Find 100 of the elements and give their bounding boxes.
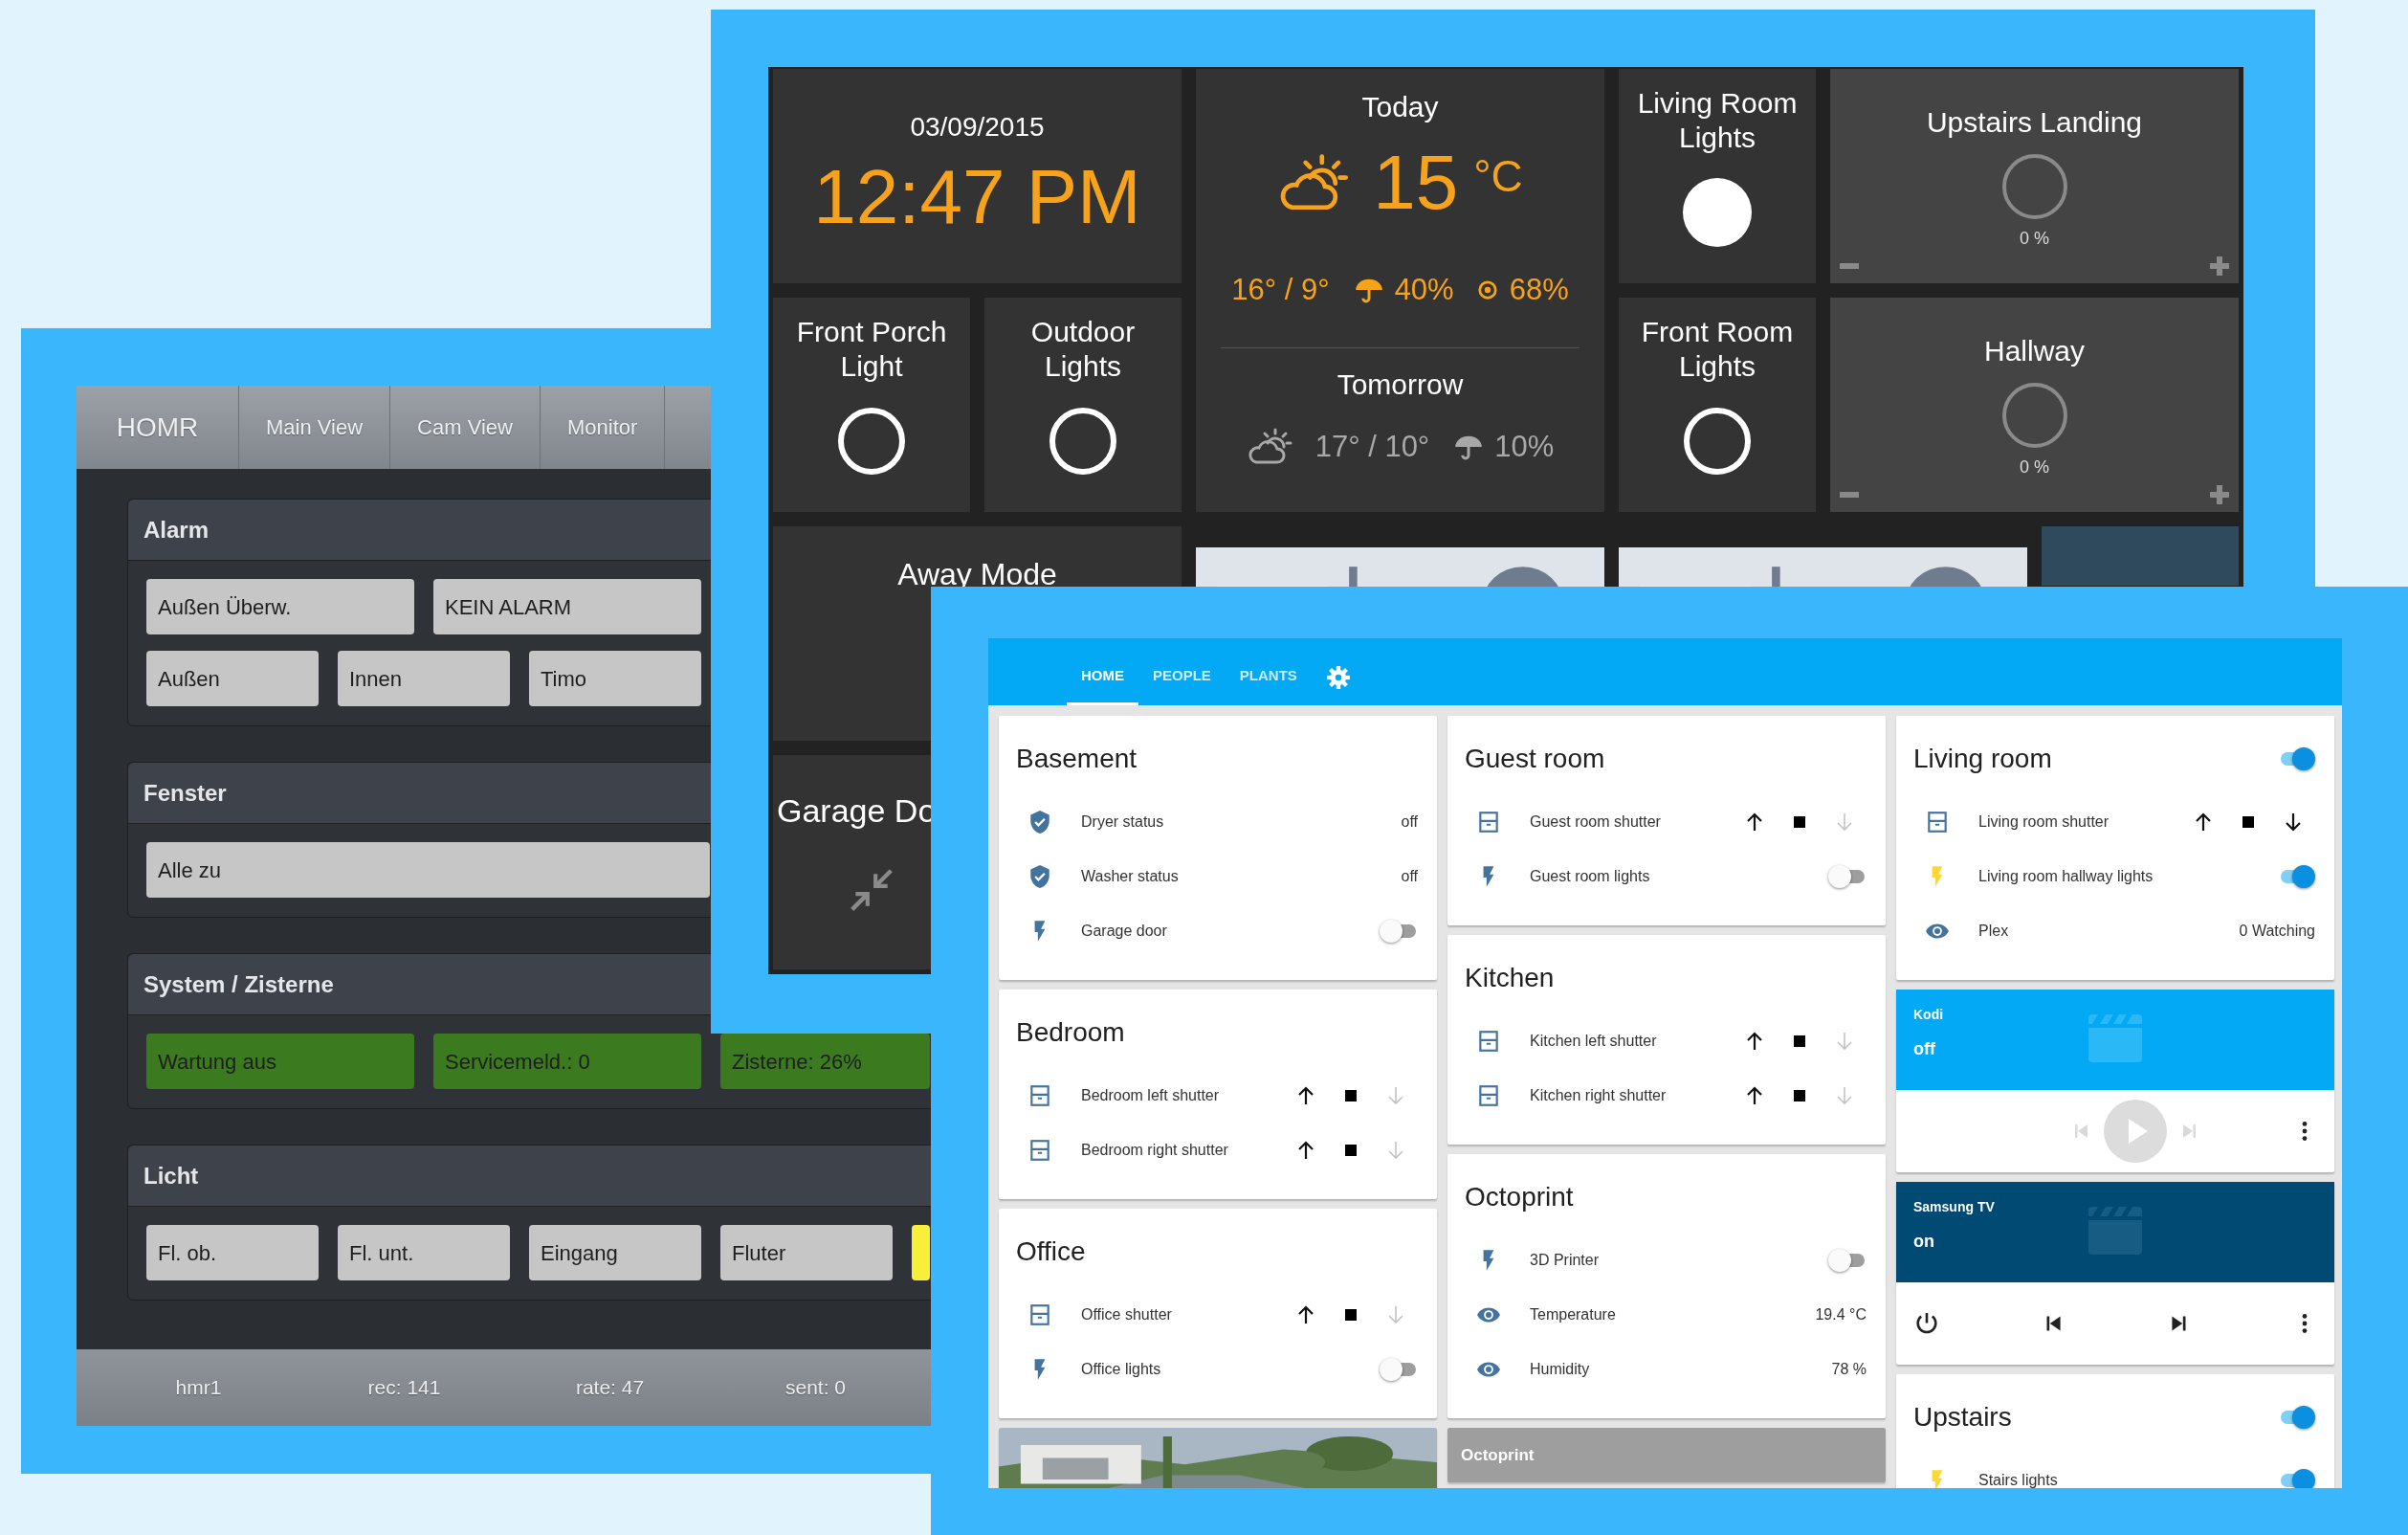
media-state: off <box>1913 1038 1936 1060</box>
window-icon <box>1476 1082 1501 1108</box>
unit-text: °C <box>1473 150 1523 203</box>
weather-label: Tomorrow <box>1336 367 1465 402</box>
window-icon <box>1027 1301 1052 1327</box>
tile-title: Upstairs Landing <box>1925 105 2144 140</box>
entity-name: Guest room lights <box>1530 866 1650 886</box>
range-text: 17° / 10° <box>1314 428 1430 465</box>
switch-button[interactable]: Fl. ob. <box>146 1225 319 1280</box>
toggle-switch[interactable] <box>1380 1357 1418 1381</box>
settings-icon[interactable] <box>1325 665 1351 690</box>
panel-title: Licht <box>144 1161 199 1190</box>
tile-title: Front Room Lights <box>1640 315 1795 384</box>
bulb-circle-icon[interactable] <box>1049 407 1117 476</box>
percent-text: 0 % <box>2020 228 2049 250</box>
entity-name: Living room shutter <box>1978 812 2110 832</box>
media-name: Samsung TV <box>1913 1198 1996 1216</box>
tile-title: Away Mode <box>896 557 1058 591</box>
toggle-switch[interactable] <box>1828 1248 1867 1272</box>
ring-icon <box>2000 382 2068 449</box>
bulb-circle-icon[interactable] <box>837 407 906 476</box>
window-icon <box>1476 809 1501 834</box>
tile-title: Front Porch Light <box>795 315 948 384</box>
entity-value: off <box>1401 866 1418 886</box>
entity-name: Living room hallway lights <box>1978 866 2154 886</box>
window-icon <box>1476 1028 1501 1054</box>
card-title: Office <box>1016 1235 1086 1268</box>
ring-icon <box>2000 153 2068 220</box>
media-name: Kodi <box>1913 1006 1945 1024</box>
panel-title: Fenster <box>144 778 227 808</box>
window-icon <box>1027 1082 1052 1108</box>
entity-name: Kitchen left shutter <box>1530 1031 1657 1051</box>
status-text: sent: 0 <box>784 1375 847 1401</box>
switch-button[interactable]: Timo <box>529 651 701 706</box>
window-icon <box>1925 809 1950 834</box>
plus-icon[interactable] <box>2210 485 2229 504</box>
entity-name: 3D Printer <box>1530 1250 1600 1270</box>
plus-icon[interactable] <box>2210 256 2229 276</box>
date-text: 03/09/2015 <box>910 111 1045 144</box>
entity-name: Bedroom right shutter <box>1081 1140 1228 1160</box>
entity-value: 0 Watching <box>2239 921 2315 941</box>
status-text: rec: 141 <box>366 1375 442 1401</box>
card-title: Kitchen <box>1465 962 1555 994</box>
switch-button[interactable]: Außen Überw. <box>146 579 414 634</box>
iframe-title: Octoprint <box>1461 1444 1535 1466</box>
card-title: Bedroom <box>1016 1016 1125 1049</box>
range-text: 16° / 9° <box>1231 272 1330 308</box>
humidity-text: 68% <box>1509 272 1569 308</box>
card-title: Living room <box>1913 743 2052 775</box>
switch-button[interactable]: Fl. unt. <box>338 1225 510 1280</box>
entity-name: Plex <box>1978 921 2009 941</box>
card-title: Octoprint <box>1465 1181 1574 1213</box>
entity-name: Humidity <box>1530 1359 1590 1379</box>
entity-name: Office lights <box>1081 1359 1161 1379</box>
entity-name: Temperature <box>1530 1304 1616 1324</box>
entity-value: 78 % <box>1831 1359 1867 1379</box>
media-state: on <box>1913 1231 1935 1253</box>
card-title: Basement <box>1016 743 1138 775</box>
entity-name: Office shutter <box>1081 1304 1172 1324</box>
bulb-circle-icon[interactable] <box>1683 178 1752 247</box>
status-text: rate: 47 <box>574 1375 646 1401</box>
time-text: 12:47 PM <box>813 153 1141 241</box>
entity-name: Garage door <box>1081 921 1167 941</box>
sun-cloud-icon <box>1246 427 1294 467</box>
arrows-inward-icon <box>848 866 895 914</box>
humidity-icon <box>1476 279 1498 301</box>
tile-title: Living Room Lights <box>1636 86 1799 155</box>
entity-name: Washer status <box>1081 866 1179 886</box>
shield-check-icon <box>1027 809 1052 834</box>
entity-value: 19.4 °C <box>1815 1304 1867 1324</box>
switch-button[interactable]: Eingang <box>529 1225 701 1280</box>
tile-title: Hallway <box>1983 334 2086 368</box>
weather-label: Today <box>1360 90 1440 124</box>
tile-title: Outdoor Lights <box>1029 315 1137 384</box>
entity-name: Stairs lights <box>1978 1470 2058 1488</box>
entity-name: Bedroom left shutter <box>1081 1085 1220 1105</box>
toggle-switch[interactable] <box>1380 919 1418 943</box>
switch-button[interactable]: Fluter <box>720 1225 893 1280</box>
switch-button[interactable]: KEIN ALARM <box>433 579 701 634</box>
switch-button[interactable]: Innen <box>338 651 510 706</box>
entity-name: Guest room shutter <box>1530 812 1661 832</box>
switch-button[interactable] <box>912 1225 930 1280</box>
card-title: Guest room <box>1465 743 1605 775</box>
switch-button[interactable]: Außen <box>146 651 319 706</box>
panel-title: System / Zisterne <box>144 969 334 999</box>
rain-text: 40% <box>1394 272 1454 308</box>
card-title: Upstairs <box>1913 1401 2012 1434</box>
window-icon <box>1027 1137 1052 1163</box>
entity-name: Dryer status <box>1081 812 1164 832</box>
rain-text: 10% <box>1494 428 1555 465</box>
percent-text: 0 % <box>2020 456 2049 478</box>
status-text: hmr1 <box>174 1375 223 1401</box>
temperature-text: 15 <box>1373 140 1459 226</box>
shield-check-icon <box>1027 863 1052 889</box>
entity-value: off <box>1401 812 1418 832</box>
bulb-circle-icon[interactable] <box>1683 407 1752 476</box>
panel-title: Alarm <box>144 515 210 545</box>
toggle-switch[interactable] <box>1828 864 1867 888</box>
switch-button[interactable]: Alle zu <box>146 842 710 898</box>
entity-name: Kitchen right shutter <box>1530 1085 1667 1105</box>
